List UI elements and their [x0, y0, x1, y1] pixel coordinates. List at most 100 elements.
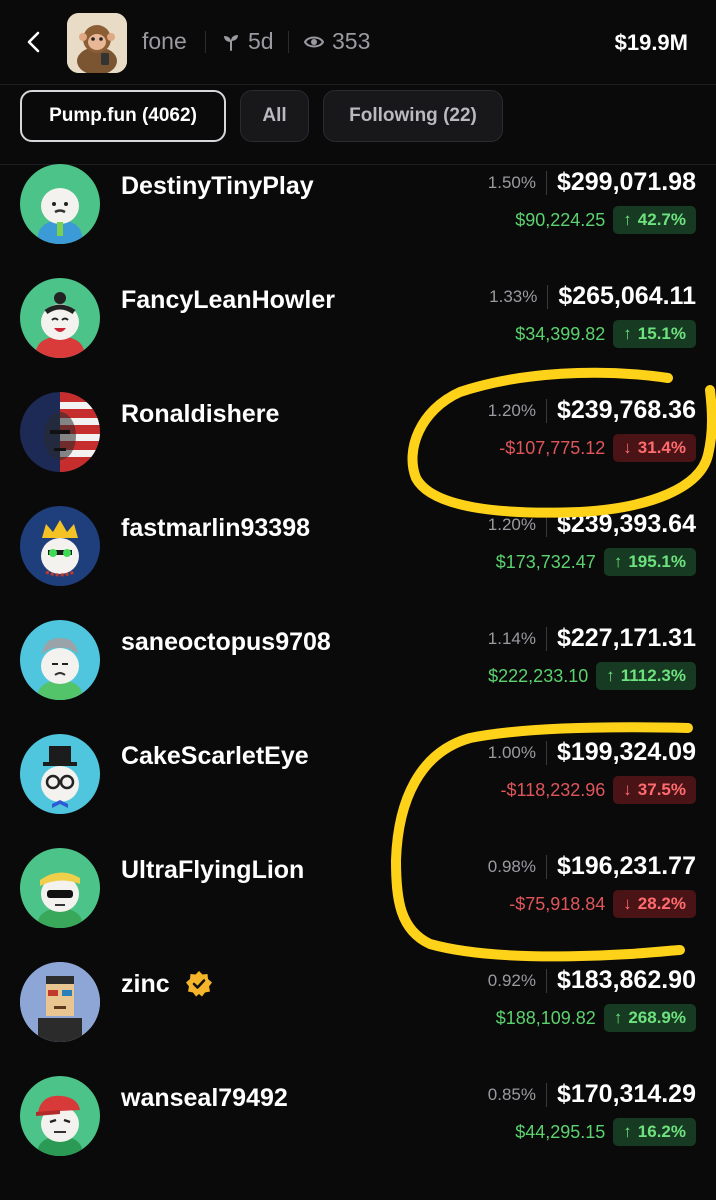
divider — [545, 1082, 547, 1107]
holding-line: 1.33% $265,064.11 — [489, 282, 696, 311]
holding-value: $265,064.11 — [558, 282, 696, 310]
holder-name: FancyLeanHowler — [121, 286, 335, 314]
holder-row[interactable]: CakeScarletEye 1.00% $199,324.09 -$118,2… — [0, 718, 716, 832]
holding-percent: 0.92% — [487, 970, 536, 990]
arrow-up-icon: ↑ — [606, 666, 615, 685]
avatar — [20, 620, 100, 700]
holder-row[interactable]: Ronaldishere 1.20% $239,768.36 -$107,775… — [0, 376, 716, 490]
token-logo[interactable] — [67, 13, 127, 73]
holder-name: saneoctopus9708 — [121, 628, 331, 656]
change-badge: ↓ 37.5% — [613, 776, 696, 804]
change-badge: ↑ 15.1% — [613, 320, 696, 348]
arrow-down-icon: ↓ — [623, 438, 632, 457]
holding-line: 1.20% $239,393.64 — [488, 510, 696, 539]
holder-row[interactable]: zinc 0.92% $183,862.90 $188,109.82 ↑ 268.… — [0, 946, 716, 1060]
arrow-down-icon: ↓ — [623, 894, 632, 913]
pnl-amount: $222,233.10 — [488, 665, 589, 686]
pnl-amount: $44,295.15 — [515, 1121, 606, 1142]
avatar — [20, 962, 100, 1042]
avatar — [20, 848, 100, 928]
holding-percent: 1.20% — [487, 514, 536, 534]
holding-line: 0.98% $196,231.77 — [488, 852, 696, 881]
holder-name: zinc — [121, 970, 170, 998]
verified-badge-icon — [186, 971, 212, 997]
change-percent: 1112.3% — [620, 666, 686, 685]
divider — [288, 31, 289, 53]
holder-name: CakeScarletEye — [121, 742, 309, 770]
holding-value: $299,071.98 — [556, 168, 696, 196]
holder-name: wanseal79492 — [121, 1084, 288, 1112]
pnl-amount: $188,109.82 — [495, 1007, 596, 1028]
holder-row[interactable]: saneoctopus9708 1.14% $227,171.31 $222,2… — [0, 604, 716, 718]
holding-percent: 1.14% — [487, 628, 536, 648]
avatar — [20, 734, 100, 814]
holding-percent: 1.33% — [489, 286, 538, 306]
tab-following[interactable]: Following (22) — [323, 90, 503, 142]
holding-value: $183,862.90 — [556, 966, 696, 994]
holder-row[interactable]: fastmarlin93398 1.20% $239,393.64 $173,7… — [0, 490, 716, 604]
viewer-count: 353 — [304, 28, 370, 55]
avatar — [20, 278, 100, 358]
change-percent: 268.9% — [628, 1008, 686, 1027]
change-percent: 31.4% — [637, 438, 686, 457]
divider — [545, 740, 547, 765]
holder-name: DestinyTinyPlay — [121, 172, 314, 200]
pnl-amount: $34,399.82 — [515, 323, 606, 344]
arrow-up-icon: ↑ — [613, 552, 623, 571]
change-percent: 15.1% — [637, 324, 686, 343]
holder-row[interactable]: FancyLeanHowler 1.33% $265,064.11 $34,39… — [0, 262, 716, 376]
holding-percent: 0.98% — [487, 856, 536, 876]
holding-percent: 1.00% — [487, 742, 536, 762]
avatar — [20, 164, 100, 244]
holder-name: Ronaldishere — [121, 400, 280, 428]
holder-row[interactable]: DestinyTinyPlay 1.50% $299,071.98 $90,22… — [0, 148, 716, 262]
holding-value: $170,314.29 — [556, 1080, 696, 1108]
divider — [545, 512, 547, 537]
holding-value: $227,171.31 — [556, 624, 696, 652]
divider — [545, 854, 547, 879]
pnl-line: -$75,918.84 ↓ 28.2% — [509, 890, 696, 918]
token-age-value: 5d — [248, 28, 274, 54]
arrow-down-icon: ↓ — [623, 780, 632, 799]
arrow-up-icon: ↑ — [623, 210, 632, 229]
divider — [545, 170, 547, 195]
avatar — [20, 392, 100, 472]
change-percent: 195.1% — [628, 552, 686, 571]
holder-row[interactable]: wanseal79492 0.85% $170,314.29 $44,295.1… — [0, 1060, 716, 1174]
holding-value: $239,393.64 — [556, 510, 696, 538]
holding-value: $239,768.36 — [556, 396, 696, 424]
pnl-amount: $173,732.47 — [495, 551, 596, 572]
pnl-line: $44,295.15 ↑ 16.2% — [515, 1118, 696, 1146]
change-badge: ↑ 1112.3% — [596, 662, 696, 690]
change-badge: ↓ 28.2% — [613, 890, 696, 918]
pnl-line: $222,233.10 ↑ 1112.3% — [488, 662, 696, 690]
holding-percent: 0.85% — [487, 1084, 536, 1104]
holding-line: 1.00% $199,324.09 — [488, 738, 696, 767]
pnl-line: $34,399.82 ↑ 15.1% — [515, 320, 696, 348]
pnl-amount: -$107,775.12 — [499, 437, 606, 458]
holding-percent: 1.50% — [487, 172, 536, 192]
pnl-line: -$107,775.12 ↓ 31.4% — [499, 434, 696, 462]
pnl-amount: -$75,918.84 — [509, 893, 606, 914]
arrow-up-icon: ↑ — [623, 324, 632, 343]
pnl-line: $173,732.47 ↑ 195.1% — [496, 548, 696, 576]
change-percent: 28.2% — [637, 894, 686, 913]
back-chevron-icon[interactable] — [22, 28, 46, 56]
viewer-count-value: 353 — [332, 28, 371, 54]
arrow-up-icon: ↑ — [623, 1122, 632, 1141]
pnl-line: $188,109.82 ↑ 268.9% — [496, 1004, 696, 1032]
avatar — [20, 1076, 100, 1156]
tab-all[interactable]: All — [240, 90, 309, 142]
holder-name: fastmarlin93398 — [121, 514, 311, 542]
sprout-icon — [224, 34, 238, 51]
holder-row[interactable]: UltraFlyingLion 0.98% $196,231.77 -$75,9… — [0, 832, 716, 946]
avatar — [20, 506, 100, 586]
divider — [545, 968, 547, 993]
change-badge: ↑ 195.1% — [603, 548, 696, 576]
pnl-line: $90,224.25 ↑ 42.7% — [515, 206, 696, 234]
divider — [547, 284, 549, 309]
holding-line: 1.14% $227,171.31 — [488, 624, 696, 653]
tab-pump-fun[interactable]: Pump.fun (4062) — [20, 90, 226, 142]
arrow-up-icon: ↑ — [613, 1008, 623, 1027]
pnl-amount: $90,224.25 — [515, 209, 606, 230]
